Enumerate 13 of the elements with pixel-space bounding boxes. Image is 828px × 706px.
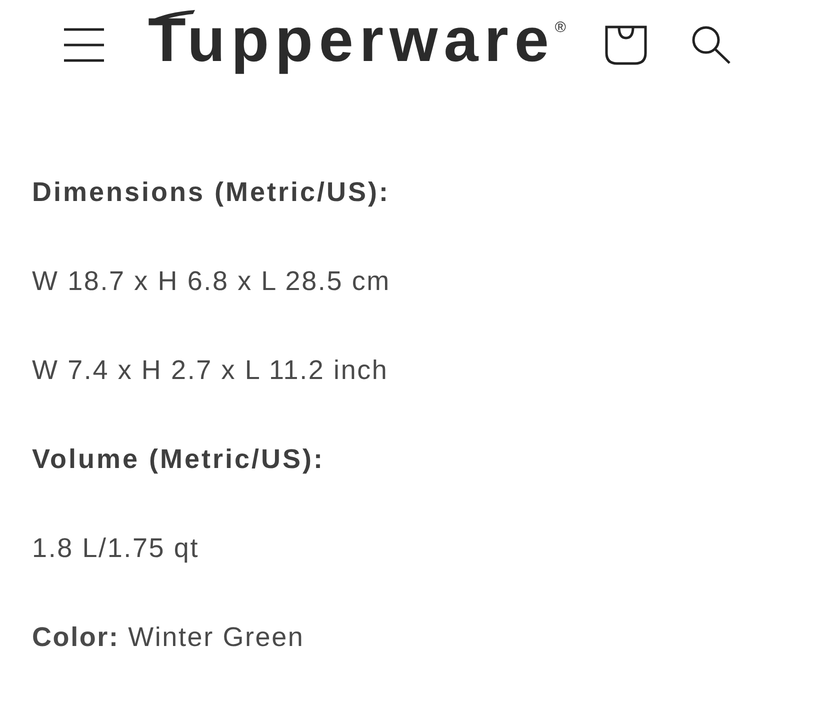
spec-value: 1.8 L/1.75 qt	[32, 532, 200, 565]
menu-icon	[64, 28, 104, 62]
spec-value: W 7.4 x H 2.7 x L 11.2 inch	[32, 354, 388, 387]
menu-button[interactable]	[64, 27, 104, 63]
cart-button[interactable]	[604, 23, 648, 67]
spec-value: W 18.7 x H 6.8 x L 28.5 cm	[32, 265, 390, 298]
spec-heading: Volume (Metric/US):	[32, 443, 325, 476]
spec-value: Color: Winter Green	[32, 621, 304, 654]
search-icon	[690, 26, 731, 64]
search-button[interactable]	[690, 24, 732, 66]
spec-heading: Dimensions (Metric/US):	[32, 176, 390, 209]
logo[interactable]: Tupperware$^{®}$	[148, 10, 566, 84]
bag-icon	[604, 25, 647, 65]
